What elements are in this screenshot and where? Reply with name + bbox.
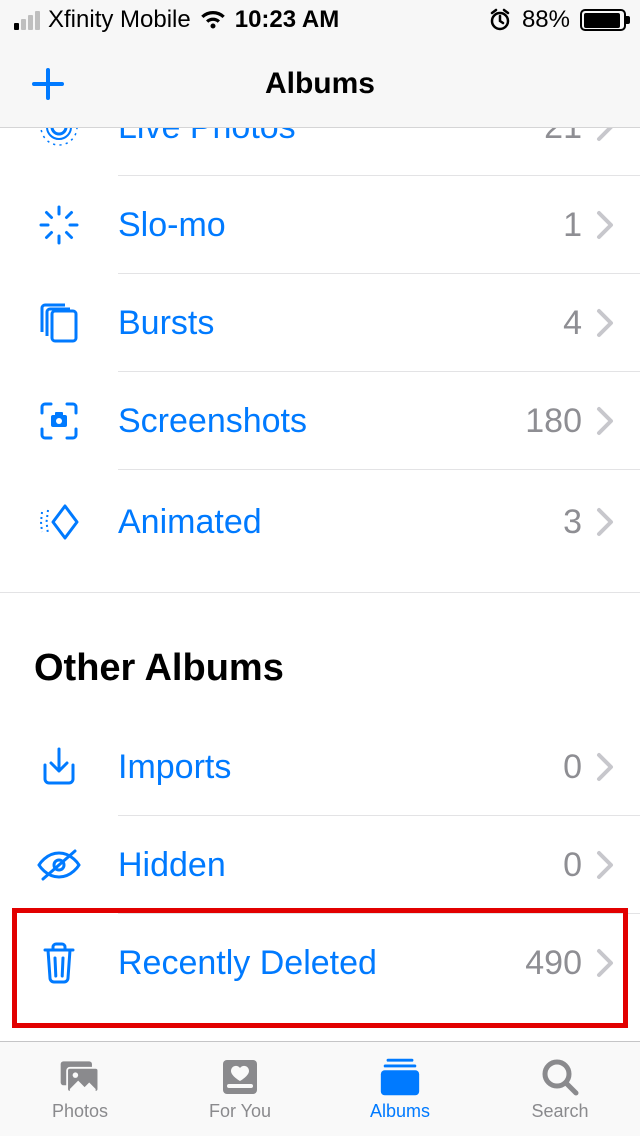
cell-signal-icon xyxy=(14,11,40,30)
row-count: 1 xyxy=(563,206,582,245)
row-label: Hidden xyxy=(118,846,563,885)
add-button[interactable] xyxy=(28,64,68,104)
screenshots-icon xyxy=(34,396,84,446)
row-count: 490 xyxy=(525,944,582,983)
nav-bar: Albums xyxy=(0,40,640,128)
nav-title: Albums xyxy=(265,67,375,101)
albums-tab-icon xyxy=(377,1056,423,1098)
row-label: Recently Deleted xyxy=(118,944,525,983)
tab-search[interactable]: Search xyxy=(480,1042,640,1136)
wifi-icon xyxy=(199,9,227,31)
animated-icon xyxy=(34,497,84,547)
import-icon xyxy=(34,742,84,792)
tab-bar: Photos For You Albums xyxy=(0,1041,640,1136)
trash-icon xyxy=(34,938,84,988)
row-label: Screenshots xyxy=(118,402,525,441)
row-bursts[interactable]: Bursts 4 xyxy=(0,274,640,372)
battery-icon xyxy=(580,9,626,31)
row-label: Bursts xyxy=(118,304,563,343)
row-count: 4 xyxy=(563,304,582,343)
section-header-other-albums: Other Albums xyxy=(0,592,640,718)
tab-label: For You xyxy=(209,1101,271,1122)
row-count: 21 xyxy=(544,128,582,147)
row-live-photos[interactable]: Live Photos 21 xyxy=(0,128,640,176)
battery-percent: 88% xyxy=(522,6,570,34)
chevron-right-icon xyxy=(596,850,614,880)
carrier-label: Xfinity Mobile xyxy=(48,6,191,34)
hidden-icon xyxy=(34,840,84,890)
tab-foryou[interactable]: For You xyxy=(160,1042,320,1136)
row-screenshots[interactable]: Screenshots 180 xyxy=(0,372,640,470)
chevron-right-icon xyxy=(596,308,614,338)
row-imports[interactable]: Imports 0 xyxy=(0,718,640,816)
row-hidden[interactable]: Hidden 0 xyxy=(0,816,640,914)
row-label: Imports xyxy=(118,748,563,787)
row-count: 0 xyxy=(563,846,582,885)
row-count: 180 xyxy=(525,402,582,441)
chevron-right-icon xyxy=(596,752,614,782)
tab-label: Photos xyxy=(52,1101,108,1122)
foryou-tab-icon xyxy=(217,1056,263,1098)
chevron-right-icon xyxy=(596,210,614,240)
row-recently-deleted[interactable]: Recently Deleted 490 xyxy=(0,914,640,1012)
row-count: 0 xyxy=(563,748,582,787)
status-time: 10:23 AM xyxy=(235,6,339,34)
chevron-right-icon xyxy=(596,406,614,436)
chevron-right-icon xyxy=(596,128,614,142)
bursts-icon xyxy=(34,298,84,348)
status-bar: Xfinity Mobile 10:23 AM 88% xyxy=(0,0,640,40)
tab-label: Albums xyxy=(370,1101,430,1122)
chevron-right-icon xyxy=(596,948,614,978)
chevron-right-icon xyxy=(596,507,614,537)
slomo-icon xyxy=(34,200,84,250)
row-label: Animated xyxy=(118,503,563,542)
row-label: Slo-mo xyxy=(118,206,563,245)
row-label: Live Photos xyxy=(118,128,544,147)
alarm-icon xyxy=(488,8,512,32)
row-animated[interactable]: Animated 3 xyxy=(0,470,640,574)
search-tab-icon xyxy=(537,1056,583,1098)
tab-label: Search xyxy=(531,1101,588,1122)
tab-photos[interactable]: Photos xyxy=(0,1042,160,1136)
live-photos-icon xyxy=(34,128,84,152)
tab-albums[interactable]: Albums xyxy=(320,1042,480,1136)
row-slomo[interactable]: Slo-mo 1 xyxy=(0,176,640,274)
row-count: 3 xyxy=(563,503,582,542)
photos-tab-icon xyxy=(57,1056,103,1098)
